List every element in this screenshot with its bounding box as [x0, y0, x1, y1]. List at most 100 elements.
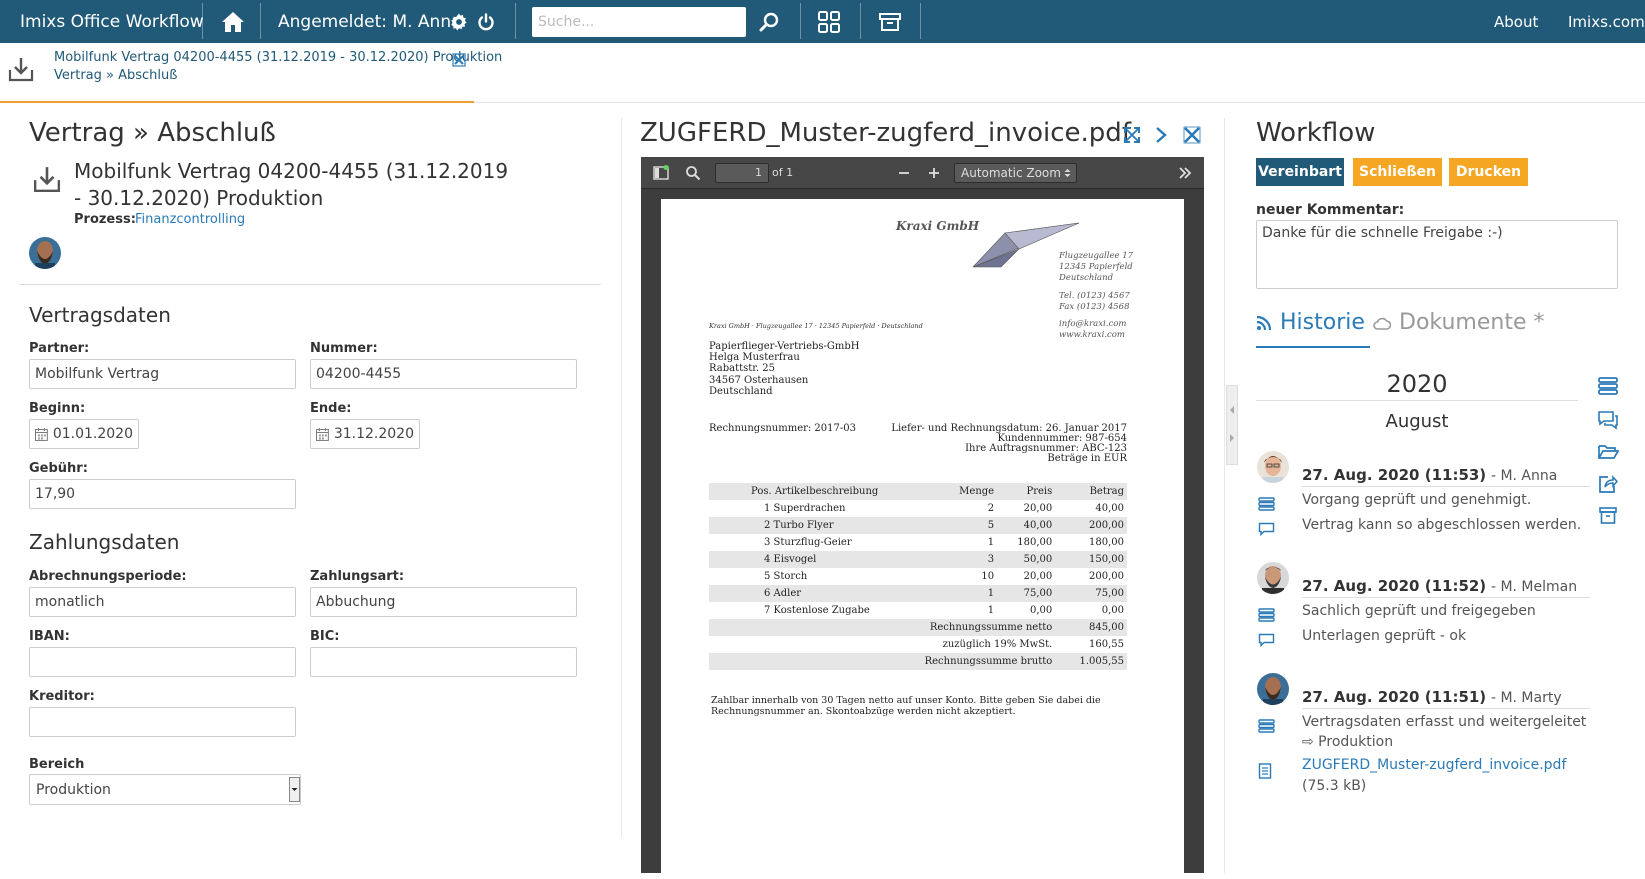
inbox-download-icon: [33, 165, 61, 193]
archive-icon[interactable]: [1597, 506, 1619, 526]
total-value: 160,55: [1089, 639, 1124, 650]
item-quantity: 1: [939, 585, 998, 602]
iban-field[interactable]: [29, 647, 296, 677]
pdf-filename: ZUGFERD_Muster-zugferd_invoice.pdf: [640, 118, 1131, 148]
period-field[interactable]: monatlich: [29, 587, 296, 617]
active-tab-underline: [0, 101, 474, 103]
item-description: 3 Sturzflug-Geier: [764, 537, 852, 548]
close-icon[interactable]: [452, 52, 466, 67]
history-entry-header: 27. Aug. 2020 (11:52) - M. Melman: [1302, 577, 1577, 595]
breadcrumb-task[interactable]: Vertrag » Abschluß: [54, 68, 177, 83]
item-amount: 200,00: [1089, 571, 1124, 582]
power-icon[interactable]: [476, 0, 496, 43]
end-date-field[interactable]: 31.12.2020: [310, 419, 420, 449]
tools-chevron-icon[interactable]: [1177, 165, 1193, 181]
recipient-line: Papierflieger-Vertriebs-GmbH: [709, 341, 860, 352]
breadcrumb-document[interactable]: Mobilfunk Vertrag 04200-4455 (31.12.2019…: [54, 50, 502, 65]
search-input[interactable]: [532, 7, 746, 37]
table-row: 4 Eisvogel 3 50,00 150,00: [709, 551, 1127, 568]
close-button[interactable]: Schließen: [1353, 158, 1442, 186]
history-year: 2020: [1386, 370, 1448, 398]
attachment-link[interactable]: ZUGFERD_Muster-zugferd_invoice.pdf: [1302, 757, 1566, 773]
sidebar-toggle-icon[interactable]: [653, 165, 669, 181]
fee-field[interactable]: 17,90: [29, 479, 296, 509]
entry-divider: [1302, 708, 1590, 709]
recipient-line: Helga Musterfrau: [709, 352, 800, 363]
sender-street: Flugzeugallee 17: [1059, 251, 1134, 261]
chevron-right-icon[interactable]: [1152, 126, 1170, 144]
nav-divider: [920, 3, 921, 39]
gear-icon[interactable]: [449, 0, 469, 43]
iban-label: IBAN:: [29, 629, 70, 644]
invoice-meta: Beträge in EUR: [1047, 453, 1127, 464]
process-link[interactable]: Finanzcontrolling: [135, 212, 245, 227]
home-icon[interactable]: [220, 0, 246, 43]
area-label: Bereich: [29, 757, 85, 772]
total-label: Rechnungssumme brutto: [709, 653, 1056, 670]
find-icon[interactable]: [685, 165, 701, 181]
tab-documents[interactable]: Dokumente *: [1373, 310, 1544, 335]
comment-icon: [1258, 632, 1275, 648]
area-select[interactable]: Produktion: [29, 774, 301, 805]
section-title-contract: Vertragsdaten: [29, 303, 171, 327]
nav-divider: [515, 3, 516, 39]
item-price: 0,00: [1030, 605, 1053, 616]
process-label: Prozess:: [74, 212, 136, 227]
item-amount: 75,00: [1055, 585, 1127, 602]
zoom-out-icon[interactable]: [896, 165, 912, 181]
page-number-input[interactable]: 1: [715, 163, 769, 183]
tab-history[interactable]: Historie: [1256, 310, 1365, 335]
share-icon[interactable]: [1597, 474, 1619, 494]
chevron-down-icon[interactable]: [289, 777, 300, 802]
imixs-link[interactable]: Imixs.com: [1568, 0, 1645, 43]
search-icon[interactable]: [758, 0, 780, 43]
comments-icon[interactable]: [1597, 410, 1619, 430]
page-title: Vertrag » Abschluß: [29, 118, 276, 148]
zoom-select[interactable]: Automatic Zoom: [954, 163, 1077, 183]
table-row: 1 Superdrachen 2 20,00 40,00: [709, 500, 1127, 517]
comment-textarea[interactable]: Danke für die schnelle Freigabe :-): [1256, 220, 1618, 289]
partner-field[interactable]: Mobilfunk Vertrag: [29, 359, 296, 389]
history-entry-text: Vertrag kann so abgeschlossen werden.: [1302, 517, 1582, 533]
folder-open-icon[interactable]: [1597, 442, 1620, 462]
item-price: 180,00: [1017, 537, 1053, 548]
item-description: 7 Kostenlose Zugabe: [764, 605, 870, 616]
app-brand[interactable]: Imixs Office Workflow: [20, 0, 204, 43]
zoom-in-icon[interactable]: [926, 165, 942, 181]
expand-icon[interactable]: [1123, 126, 1141, 144]
about-link[interactable]: About: [1494, 0, 1538, 43]
pdf-toolbar: 1 of 1 Automatic Zoom: [641, 157, 1204, 189]
number-field[interactable]: 04200-4455: [310, 359, 577, 389]
panel-resize-handle[interactable]: [1226, 385, 1238, 465]
history-entry-text: Unterlagen geprüft - ok: [1302, 628, 1467, 644]
item-quantity: 3: [939, 551, 998, 568]
table-header-row: Pos. Artikelbeschreibung Menge Preis Bet…: [709, 483, 1127, 500]
column-header: Pos. Artikelbeschreibung: [709, 483, 939, 500]
creditor-field[interactable]: [29, 707, 296, 737]
payment-type-field[interactable]: Abbuchung: [310, 587, 577, 617]
avatar: [1257, 673, 1289, 705]
calendar-icon: [35, 427, 48, 441]
begin-date-field[interactable]: 01.01.2020: [29, 419, 139, 449]
history-month: August: [1385, 411, 1449, 432]
history-entry-header: 27. Aug. 2020 (11:53) - M. Anna: [1302, 466, 1557, 484]
item-price: 20,00: [1023, 503, 1053, 514]
item-price: 20,00: [1023, 571, 1053, 582]
sender-fax: Fax (0123) 4568: [1059, 302, 1130, 312]
tab-documents-label: Dokumente *: [1399, 310, 1545, 335]
attachment-size: (75.3 kB): [1302, 778, 1367, 794]
bic-field[interactable]: [310, 647, 577, 677]
column-header: Betrag: [1055, 483, 1127, 500]
print-button[interactable]: Drucken: [1449, 158, 1528, 186]
avatar: [1257, 562, 1289, 594]
history-entry-text: ⇨ Produktion: [1302, 734, 1394, 750]
close-icon[interactable]: [1183, 126, 1201, 144]
list-icon[interactable]: [1597, 376, 1619, 396]
history-entry-date: 27. Aug. 2020 (11:53): [1302, 466, 1487, 484]
agreed-button[interactable]: Vereinbart: [1256, 158, 1344, 186]
archive-icon[interactable]: [878, 0, 902, 43]
grid-icon[interactable]: [817, 0, 841, 43]
item-price: 50,00: [997, 551, 1056, 568]
avatar[interactable]: [29, 237, 61, 269]
history-entry-author: - M. Marty: [1490, 690, 1562, 706]
